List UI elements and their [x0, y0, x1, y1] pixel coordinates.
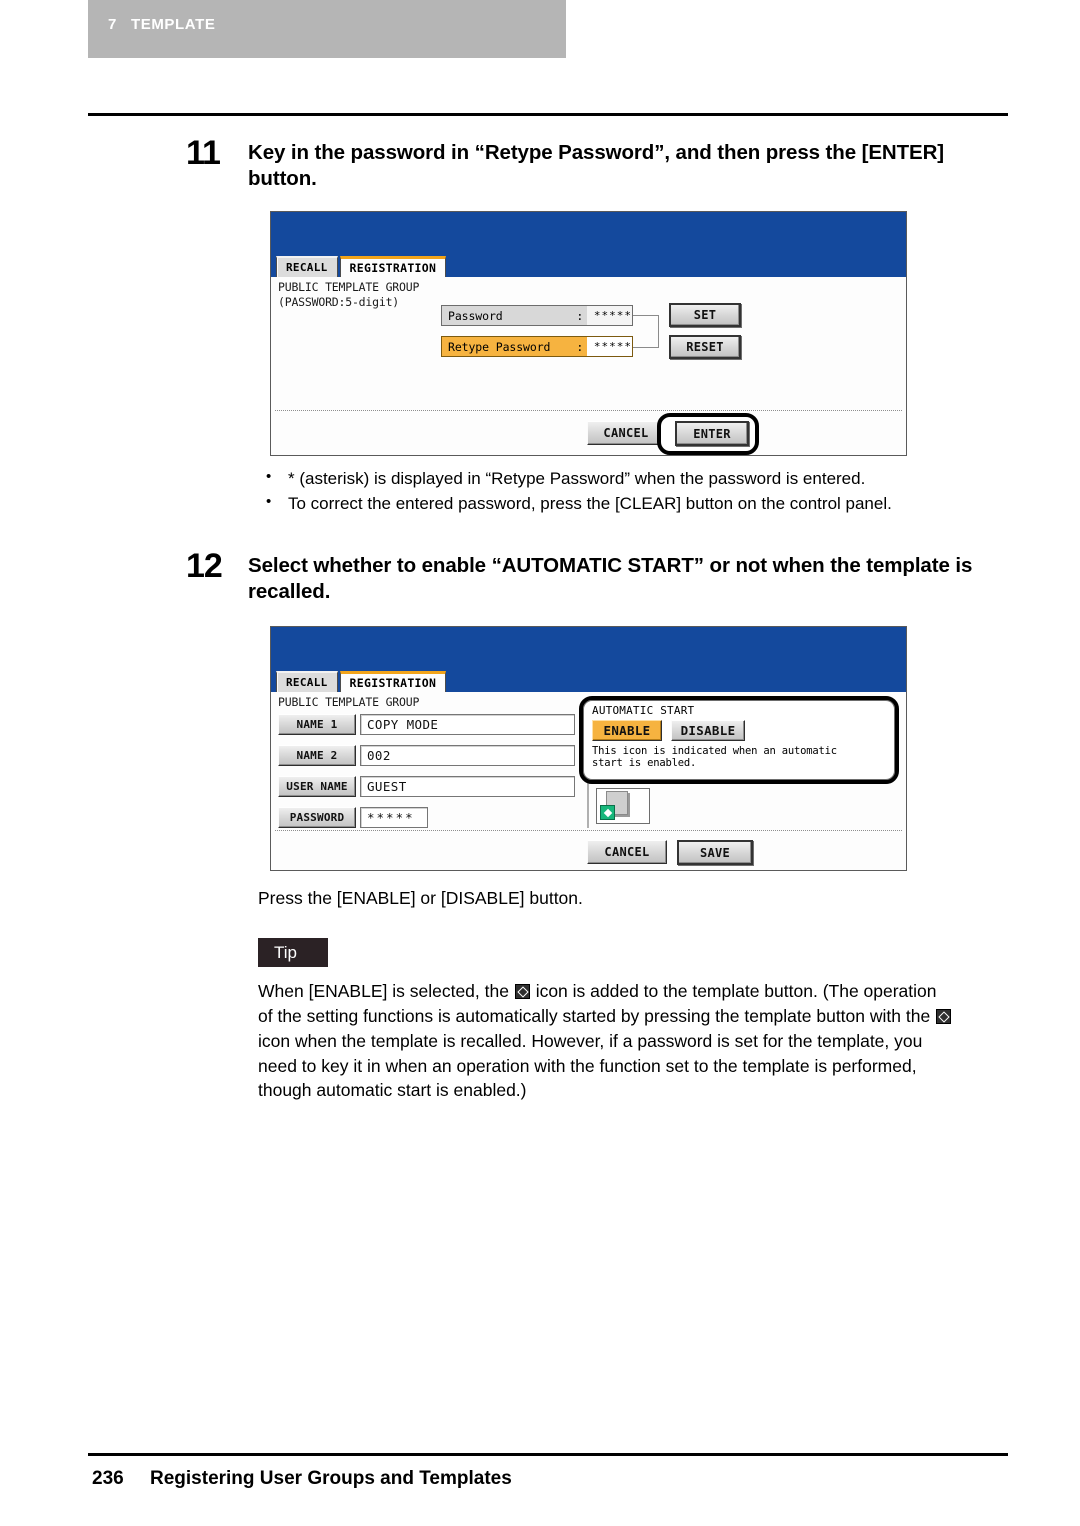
panel2-group-title: PUBLIC TEMPLATE GROUP: [278, 695, 420, 709]
step-12: 12 Select whether to enable “AUTOMATIC S…: [186, 549, 986, 605]
step-11-text: Key in the password in “Retype Password”…: [248, 141, 945, 191]
name1-value[interactable]: COPY MODE: [360, 713, 575, 735]
password-field-label: Password: [448, 308, 503, 323]
username-key-button[interactable]: USER NAME: [278, 775, 356, 797]
name1-row: NAME 1 COPY MODE: [278, 713, 575, 735]
retype-password-field-colon: :: [576, 339, 584, 354]
page-number: 236: [92, 1468, 124, 1489]
cancel-button[interactable]: CANCEL: [587, 421, 665, 445]
password-field-row[interactable]: Password : *****: [441, 305, 633, 326]
step-12-number: 12: [186, 547, 223, 585]
panel2-tabs: RECALL REGISTRATION: [276, 670, 447, 692]
password-field-colon: :: [576, 308, 584, 323]
name2-key-button[interactable]: NAME 2: [278, 744, 356, 766]
panel2-footer-divider: [275, 830, 902, 831]
tip-line-4: need to key it in when an operation with…: [258, 1055, 917, 1076]
tab-recall[interactable]: RECALL: [276, 256, 338, 277]
automatic-start-inline-icon-2: [936, 1008, 952, 1024]
template-button-thumbnail: [596, 788, 650, 824]
panel1-body: RECALL REGISTRATION PUBLIC TEMPLATE GROU…: [271, 256, 906, 455]
lcd-panel-retype-password: RECALL REGISTRATION PUBLIC TEMPLATE GROU…: [270, 211, 907, 456]
footer-rule: [88, 1453, 1008, 1456]
enter-button[interactable]: ENTER: [675, 421, 749, 446]
password-value[interactable]: *****: [360, 806, 428, 828]
chapter-number: 7: [108, 16, 117, 33]
panel1-footer-divider: [275, 410, 902, 411]
lcd-panel-automatic-start: RECALL REGISTRATION PUBLIC TEMPLATE GROU…: [270, 626, 907, 871]
tip-line-5: though automatic start is enabled.): [258, 1080, 527, 1101]
automatic-start-inline-icon: [514, 984, 530, 999]
retype-password-field-value: *****: [586, 337, 632, 356]
password-row: PASSWORD *****: [278, 806, 428, 828]
name1-key-button[interactable]: NAME 1: [278, 713, 356, 735]
tab-recall-2[interactable]: RECALL: [276, 671, 338, 692]
step-11-notes: * (asterisk) is displayed in “Retype Pas…: [258, 466, 998, 517]
step-11: 11 Key in the password in “Retype Passwo…: [186, 136, 986, 192]
chapter-band: 7 TEMPLATE: [88, 0, 566, 58]
tip-badge: Tip: [258, 938, 328, 967]
tab-registration[interactable]: REGISTRATION: [339, 256, 447, 277]
field-button-connector: [633, 315, 659, 348]
disable-button[interactable]: DISABLE: [671, 720, 745, 741]
automatic-start-note: This icon is indicated when an automatic…: [592, 745, 837, 770]
tip-line-1-post: icon is added to the template button. (T…: [530, 981, 937, 1001]
panel1-tabs: RECALL REGISTRATION: [276, 255, 447, 277]
step-12-text: Select whether to enable “AUTOMATIC STAR…: [248, 554, 973, 604]
note-clear-button: To correct the entered password, press t…: [258, 491, 998, 517]
panel2-body: RECALL REGISTRATION PUBLIC TEMPLATE GROU…: [271, 671, 906, 870]
tip-line-3: icon when the template is recalled. Howe…: [258, 1030, 923, 1051]
chapter-band-text: 7 TEMPLATE: [108, 16, 215, 33]
tab-registration-2[interactable]: REGISTRATION: [339, 671, 447, 692]
tip-line-1: When [ENABLE] is selected, the icon is a…: [258, 979, 1003, 1004]
page-footer: 236 Registering User Groups and Template…: [92, 1468, 512, 1490]
reset-button[interactable]: RESET: [669, 335, 741, 359]
set-button[interactable]: SET: [669, 303, 741, 327]
tip-line-2: of the setting functions is automaticall…: [258, 1004, 1003, 1029]
username-value[interactable]: GUEST: [360, 775, 575, 797]
panel2-column-divider: [587, 780, 589, 828]
tip-line-2-pre: of the setting functions is automaticall…: [258, 1005, 936, 1026]
panel1-group-title: PUBLIC TEMPLATE GROUP (PASSWORD:5-digit): [278, 280, 420, 309]
note-asterisk: * (asterisk) is displayed in “Retype Pas…: [258, 466, 998, 492]
password-field-value: *****: [586, 306, 632, 325]
name2-row: NAME 2 002: [278, 744, 575, 766]
step-11-number: 11: [186, 134, 221, 172]
automatic-start-diamond-icon: [600, 805, 615, 820]
retype-password-field-label: Retype Password: [448, 339, 551, 354]
name2-value[interactable]: 002: [360, 744, 575, 766]
password-key-button[interactable]: PASSWORD: [278, 806, 356, 828]
automatic-start-title: AUTOMATIC START: [592, 704, 695, 717]
username-row: USER NAME GUEST: [278, 775, 575, 797]
diamond-glyph: [603, 808, 612, 817]
press-enable-disable-line: Press the [ENABLE] or [DISABLE] button.: [258, 888, 583, 908]
chapter-title: TEMPLATE: [130, 16, 216, 33]
footer-section-title: Registering User Groups and Templates: [150, 1468, 512, 1489]
tip-line-1-pre: When [ENABLE] is selected, the: [258, 981, 514, 1001]
cancel-button-2[interactable]: CANCEL: [587, 840, 667, 864]
save-button[interactable]: SAVE: [677, 840, 753, 865]
tip-body: When [ENABLE] is selected, the icon is a…: [258, 979, 1003, 1103]
enable-button[interactable]: ENABLE: [592, 720, 662, 741]
retype-password-field-row[interactable]: Retype Password : *****: [441, 336, 633, 357]
header-rule: [88, 113, 1008, 116]
